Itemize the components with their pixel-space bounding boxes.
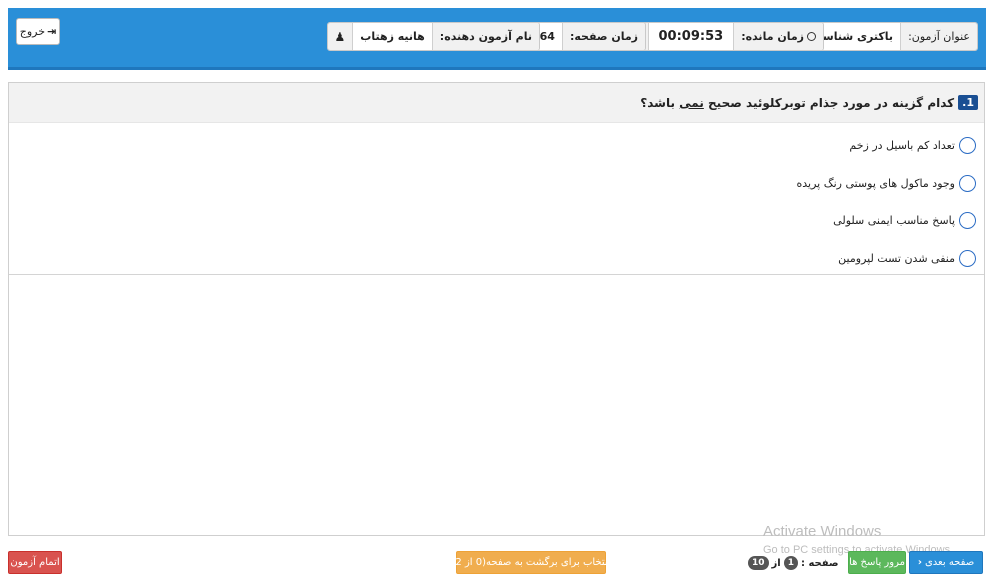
question-text-part2: باشد؟ — [640, 95, 680, 110]
radio-button[interactable] — [959, 137, 976, 155]
option-3[interactable]: پاسخ مناسب ایمنی سلولی — [9, 202, 976, 240]
page-label: صفحه : — [800, 557, 839, 569]
question-text-part1: کدام گزینه در مورد جذام توبرکلوئید صحیح — [703, 95, 955, 110]
option-label: پاسخ مناسب ایمنی سلولی — [833, 214, 955, 228]
remaining-time-label-cell: زمان مانده: — [733, 23, 823, 50]
examinee-group: نام آزمون دهنده: هانیه زهتاب ♟ — [326, 22, 540, 51]
page-of: از — [771, 557, 781, 569]
user-icon-cell: ♟ — [327, 23, 353, 50]
clock-icon — [807, 32, 816, 41]
option-label: منفی شدن تست لپرومین — [838, 251, 955, 265]
radio-button[interactable] — [959, 212, 976, 230]
top-bar: ⇥ خروج عنوان آزمون: باکتری شناسی ⌄ زمان … — [8, 8, 986, 70]
remaining-time-group: زمان مانده: 00:09:53 ⊘ — [623, 22, 824, 51]
page-time-label: زمان صفحه: — [561, 23, 645, 50]
watermark-line1: Activate Windows — [763, 523, 882, 540]
page-total: 10 — [748, 556, 769, 570]
examinee-value: هانیه زهتاب — [352, 23, 432, 50]
options-list: تعداد کم باسیل در زخم وجود ماکول های پوس… — [9, 123, 984, 275]
question-header: 1. کدام گزینه در مورد جذام توبرکلوئید صح… — [9, 83, 984, 123]
exit-icon: ⇥ — [47, 25, 57, 38]
mark-for-return-button[interactable]: انتخاب برای برگشت به صفحه(0 از 2) — [452, 551, 610, 574]
page-time-group: زمان صفحه: 64 — [531, 22, 646, 51]
option-label: وجود ماکول های پوستی رنگ پریده — [796, 176, 956, 190]
question-panel: 1. کدام گزینه در مورد جذام توبرکلوئید صح… — [8, 82, 985, 536]
question-number: 1. — [958, 95, 978, 110]
question-text: کدام گزینه در مورد جذام توبرکلوئید صحیح … — [640, 96, 954, 110]
radio-button[interactable] — [959, 174, 976, 192]
user-icon: ♟ — [334, 29, 346, 44]
option-1[interactable]: تعداد کم باسیل در زخم — [9, 127, 976, 165]
remaining-time-value: 00:09:53 — [647, 23, 734, 50]
review-answers-button[interactable]: مرور پاسخ ها — [848, 551, 906, 574]
finish-exam-button[interactable]: اتمام آزمون — [8, 551, 62, 574]
exit-button[interactable]: ⇥ خروج — [16, 18, 60, 45]
next-page-label: صفحه بعدی — [924, 557, 975, 568]
chevron-left-icon: ‹ — [917, 557, 922, 568]
exam-title-label: عنوان آزمون: — [900, 23, 977, 50]
option-label: تعداد کم باسیل در زخم — [849, 139, 955, 153]
examinee-label: نام آزمون دهنده: — [431, 23, 539, 50]
radio-button[interactable] — [959, 249, 976, 267]
question-text-underlined: نمی — [679, 95, 704, 110]
next-page-button[interactable]: صفحه بعدی ‹ — [909, 551, 983, 574]
remaining-time-label: زمان مانده: — [741, 30, 804, 43]
option-4[interactable]: منفی شدن تست لپرومین — [9, 240, 976, 278]
page-current: 1 — [783, 556, 798, 570]
page-indicator: صفحه : 1 از 10 — [748, 554, 839, 572]
option-2[interactable]: وجود ماکول های پوستی رنگ پریده — [9, 165, 976, 203]
exit-label: خروج — [19, 25, 46, 38]
